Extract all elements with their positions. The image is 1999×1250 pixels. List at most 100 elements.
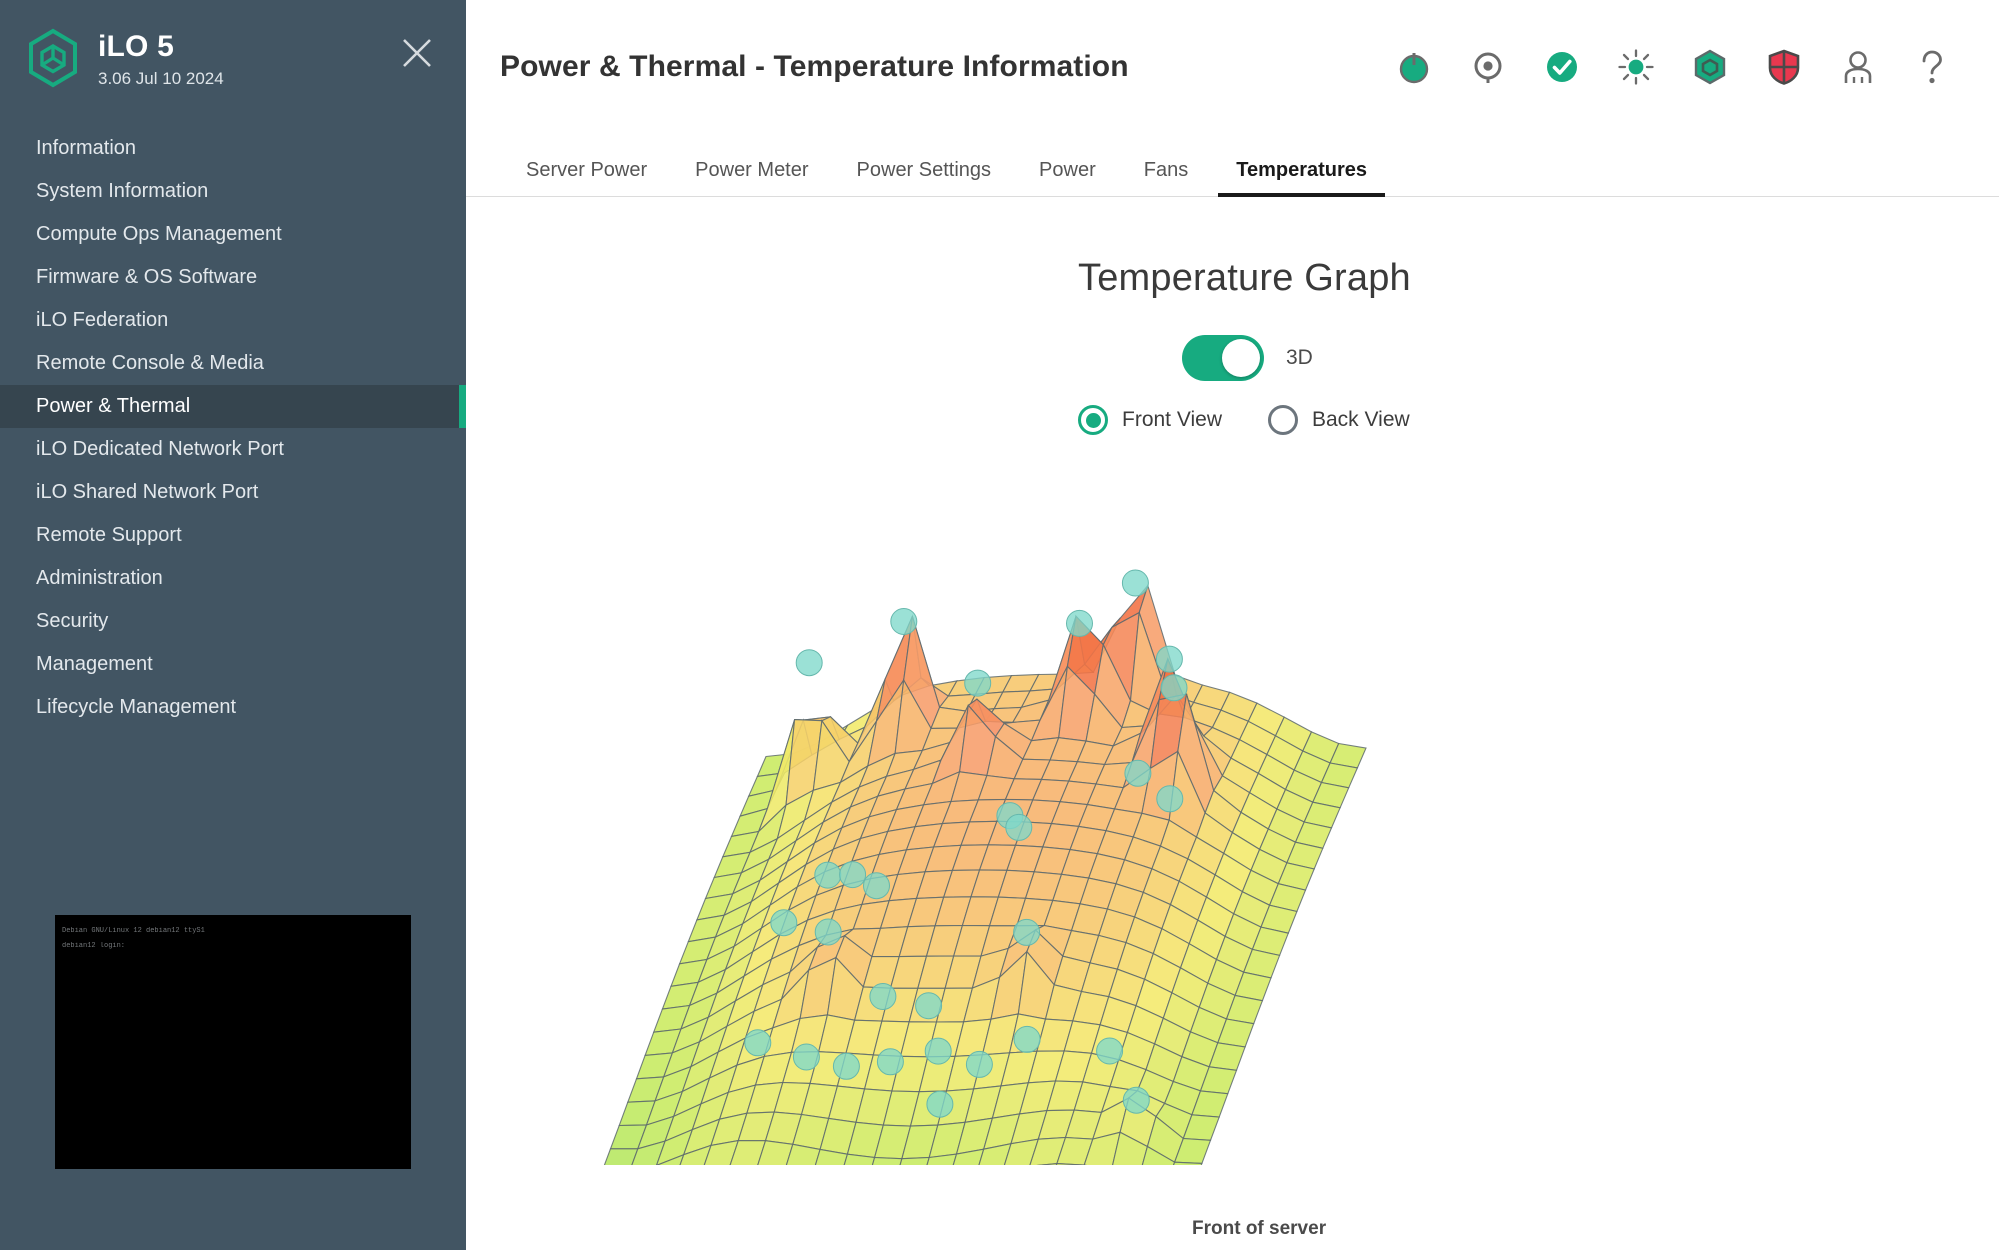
sidebar-item-ilo-dedicated-network-port[interactable]: iLO Dedicated Network Port — [0, 428, 466, 471]
sidebar-item-remote-console-media[interactable]: Remote Console & Media — [0, 342, 466, 385]
health-ok-icon[interactable] — [1543, 48, 1581, 86]
brand-name: iLO 5 — [98, 30, 175, 63]
tab-bar: Server Power Power Meter Power Settings … — [466, 133, 1999, 197]
tab-label: Temperatures — [1236, 159, 1368, 181]
close-icon[interactable] — [400, 36, 434, 70]
sidebar-item-lifecycle-management[interactable]: Lifecycle Management — [0, 686, 466, 729]
sensor-marker[interactable] — [1096, 1037, 1124, 1065]
radio-label: Front View — [1122, 408, 1222, 431]
sidebar-item-label: iLO Shared Network Port — [36, 481, 259, 503]
3d-toggle-label: 3D — [1286, 346, 1313, 369]
tab-power-meter[interactable]: Power Meter — [671, 160, 832, 196]
radio-label: Back View — [1312, 408, 1410, 431]
toggle-knob — [1222, 339, 1260, 377]
main-content: Power & Thermal - Temperature Informatio… — [466, 0, 1999, 1250]
sensor-marker[interactable] — [915, 992, 943, 1020]
tab-label: Server Power — [526, 159, 648, 181]
graph-controls: 3D Front View Back View — [466, 335, 1999, 435]
sensor-marker[interactable] — [965, 1050, 993, 1078]
console-line: debian12 login: — [62, 942, 126, 950]
3d-toggle-switch[interactable] — [1182, 335, 1264, 381]
sensor-marker[interactable] — [1122, 1086, 1150, 1114]
sensor-marker[interactable] — [1005, 813, 1033, 841]
remote-console-preview[interactable]: Debian GNU/Linux 12 debian12 ttyS1 debia… — [55, 915, 411, 1169]
sensor-marker[interactable] — [792, 1043, 820, 1071]
help-question-icon[interactable] — [1913, 48, 1951, 86]
tab-fans[interactable]: Fans — [1120, 160, 1212, 196]
sidebar-item-label: Firmware & OS Software — [36, 266, 258, 288]
sensor-marker[interactable] — [863, 872, 890, 900]
sensor-marker[interactable] — [1013, 1025, 1041, 1053]
tab-power[interactable]: Power — [1015, 160, 1120, 196]
sensor-marker[interactable] — [924, 1037, 952, 1065]
sidebar: iLO 5 3.06 Jul 10 2024 Information Syste… — [0, 0, 466, 1250]
sidebar-title-block: iLO 5 3.06 Jul 10 2024 — [98, 26, 224, 91]
radio-button-back-view[interactable] — [1268, 405, 1298, 435]
sensor-marker[interactable] — [770, 909, 798, 937]
ilo-hexagon-icon[interactable] — [1691, 48, 1729, 86]
uid-beacon-icon[interactable] — [1469, 48, 1507, 86]
sensor-marker[interactable] — [1155, 645, 1183, 673]
sensor-marker[interactable] — [1124, 759, 1152, 787]
sidebar-header: iLO 5 3.06 Jul 10 2024 — [0, 0, 466, 91]
sidebar-item-label: iLO Federation — [36, 309, 169, 331]
tab-label: Fans — [1143, 159, 1189, 181]
sensor-marker[interactable] — [890, 608, 918, 635]
sensor-marker[interactable] — [814, 861, 842, 889]
temperature-graph-panel: Temperature Graph 3D Front View Back Vie… — [466, 197, 1999, 1239]
sidebar-item-label: iLO Dedicated Network Port — [36, 438, 284, 460]
top-bar: Power & Thermal - Temperature Informatio… — [466, 0, 1999, 133]
graph-title: Temperature Graph — [1078, 257, 1411, 299]
sensor-marker[interactable] — [1066, 609, 1093, 637]
tab-label: Power Settings — [856, 159, 992, 181]
radio-back-view[interactable]: Back View — [1268, 405, 1410, 435]
sidebar-item-label: Remote Support — [36, 524, 182, 546]
sidebar-item-ilo-federation[interactable]: iLO Federation — [0, 299, 466, 342]
sensor-marker[interactable] — [832, 1052, 860, 1080]
sidebar-item-ilo-shared-network-port[interactable]: iLO Shared Network Port — [0, 471, 466, 514]
sidebar-item-security[interactable]: Security — [0, 600, 466, 643]
surface-3d-canvas[interactable] — [466, 465, 1999, 1165]
sensor-marker[interactable] — [1013, 918, 1041, 946]
console-line: Debian GNU/Linux 12 debian12 ttyS1 — [62, 927, 205, 935]
sidebar-item-firmware-os-software[interactable]: Firmware & OS Software — [0, 256, 466, 299]
sidebar-item-label: Management — [36, 653, 153, 675]
sidebar-item-administration[interactable]: Administration — [0, 557, 466, 600]
ilo-hexagon-logo-icon — [26, 28, 80, 88]
sidebar-item-label: System Information — [36, 180, 209, 202]
radio-front-view[interactable]: Front View — [1078, 405, 1222, 435]
sensor-marker[interactable] — [744, 1029, 772, 1057]
sidebar-item-management[interactable]: Management — [0, 643, 466, 686]
sensor-marker[interactable] — [869, 983, 897, 1010]
header-icon-bar — [1395, 48, 1963, 86]
sensor-marker[interactable] — [876, 1048, 904, 1076]
sensor-marker[interactable] — [795, 649, 823, 677]
temperature-surface-plot[interactable] — [466, 465, 1999, 1165]
sensor-marker[interactable] — [814, 918, 842, 946]
power-status-icon[interactable] — [1395, 48, 1433, 86]
sensor-marker[interactable] — [926, 1090, 954, 1118]
sensor-marker[interactable] — [839, 861, 867, 889]
page-title: Power & Thermal - Temperature Informatio… — [500, 49, 1129, 83]
sidebar-item-power-thermal[interactable]: Power & Thermal — [0, 385, 466, 428]
sidebar-item-information[interactable]: Information — [0, 127, 466, 170]
front-of-server-label: Front of server — [1192, 1218, 1327, 1239]
sensor-marker[interactable] — [1156, 785, 1184, 813]
sidebar-item-label: Power & Thermal — [36, 395, 191, 417]
security-shield-icon[interactable] — [1765, 48, 1803, 86]
tab-label: Power Meter — [695, 159, 809, 181]
sensor-marker[interactable] — [964, 669, 992, 697]
tab-power-settings[interactable]: Power Settings — [833, 160, 1016, 196]
user-account-icon[interactable] — [1839, 48, 1877, 86]
sidebar-item-system-information[interactable]: System Information — [0, 170, 466, 213]
uid-light-icon[interactable] — [1617, 48, 1655, 86]
tab-server-power[interactable]: Server Power — [502, 160, 671, 196]
sidebar-item-remote-support[interactable]: Remote Support — [0, 514, 466, 557]
tab-temperatures[interactable]: Temperatures — [1212, 159, 1391, 197]
sidebar-item-compute-ops-management[interactable]: Compute Ops Management — [0, 213, 466, 256]
sensor-marker[interactable] — [1121, 569, 1149, 597]
sidebar-item-label: Security — [36, 610, 109, 632]
sidebar-navigation: Information System Information Compute O… — [0, 127, 466, 729]
radio-button-front-view[interactable] — [1078, 405, 1108, 435]
sensor-marker[interactable] — [1160, 674, 1188, 702]
